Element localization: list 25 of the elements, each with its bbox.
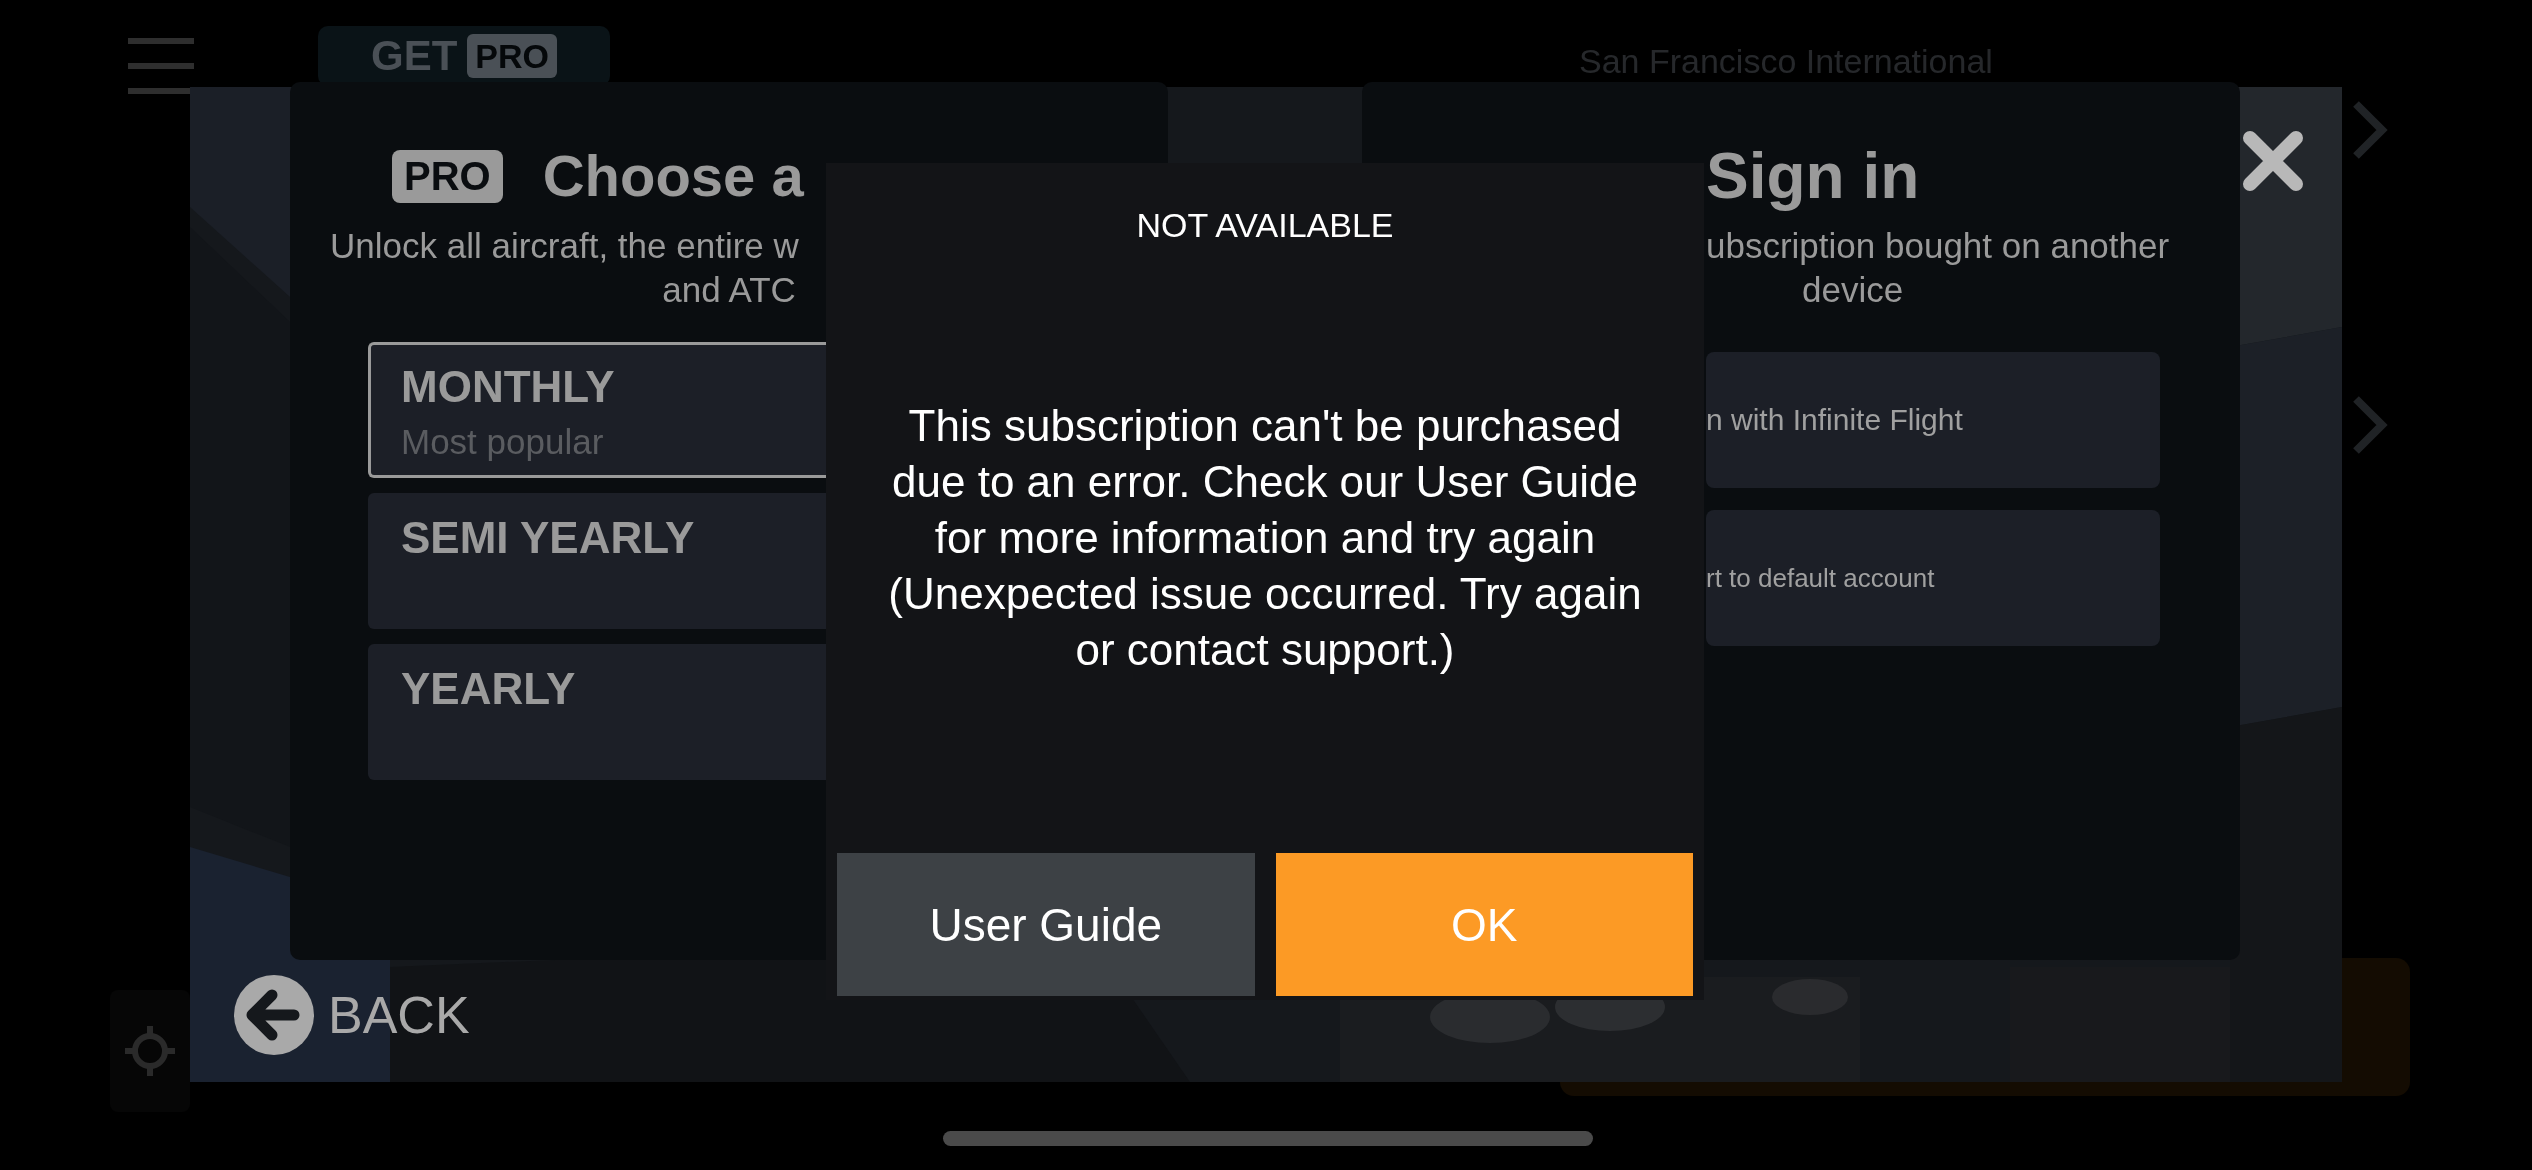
locate-button[interactable]: [110, 990, 190, 1112]
pro-badge: PRO: [392, 149, 503, 203]
crosshair-icon: [123, 1024, 177, 1078]
subtitle-text: ubscription bought on another: [1706, 225, 2171, 267]
menu-icon[interactable]: [128, 38, 194, 94]
dialog-title: NOT AVAILABLE: [1135, 205, 1395, 246]
chevron-icon[interactable]: [2352, 395, 2388, 455]
sign-in-option[interactable]: rt to default account: [1706, 510, 2160, 646]
plan-option[interactable]: MONTHLY Most popular: [368, 342, 826, 478]
close-icon[interactable]: [2242, 130, 2304, 192]
panel-title: Choose a: [542, 142, 804, 210]
plan-name: SEMI YEARLY: [401, 512, 695, 564]
plan-name: YEARLY: [401, 663, 576, 715]
subtitle-text: device: [1801, 269, 1905, 311]
plan-name: MONTHLY: [401, 361, 615, 413]
chevron-icon[interactable]: [2352, 100, 2388, 160]
sign-in-option[interactable]: n with Infinite Flight: [1706, 352, 2160, 488]
plan-option[interactable]: SEMI YEARLY: [368, 493, 826, 629]
back-button[interactable]: BACK: [234, 975, 470, 1055]
user-guide-button[interactable]: User Guide: [837, 853, 1255, 996]
dialog-message: This subscription can't be purchased due to an error. Check our User Guide for more information and try again (Unexpected issue occurred. Try again or contact support.): [887, 400, 1643, 676]
plan-option[interactable]: YEARLY: [368, 644, 826, 780]
plan-note: Most popular: [401, 421, 604, 463]
subtitle-text: and ATC: [661, 269, 797, 311]
panel-title: Sign in: [1706, 139, 1921, 214]
